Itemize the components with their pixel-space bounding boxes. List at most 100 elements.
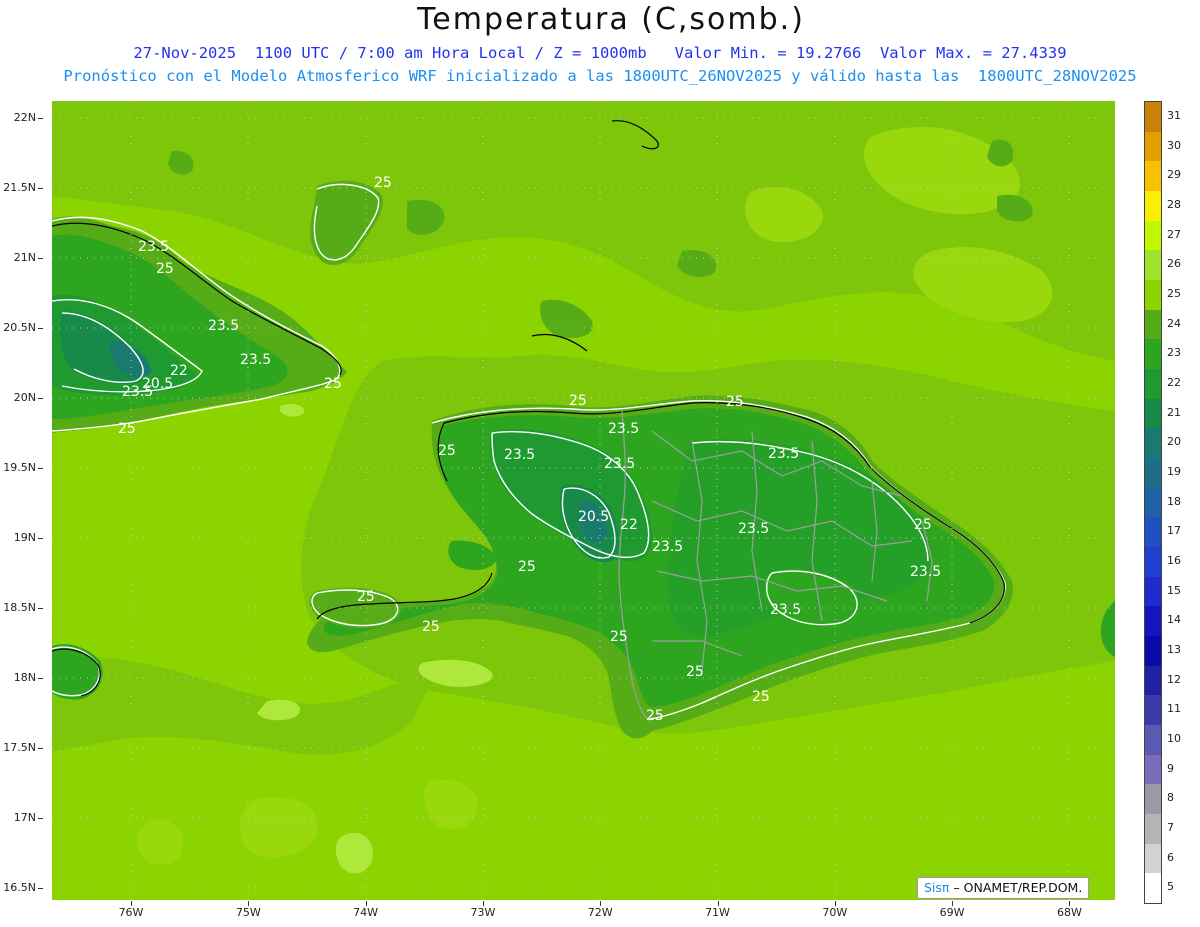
colorbar-label: 15 bbox=[1167, 583, 1181, 597]
contour-label: 25 bbox=[438, 443, 456, 459]
latitude-tick-label: 17N bbox=[13, 811, 36, 824]
latitude-tick-label: 18N bbox=[13, 671, 36, 684]
colorbar-segment bbox=[1145, 814, 1161, 844]
colorbar-segment bbox=[1145, 369, 1161, 399]
longitude-tick-label: 71W bbox=[705, 906, 730, 919]
colorbar-label: 22 bbox=[1167, 375, 1181, 389]
contour-label: 25 bbox=[646, 708, 664, 724]
colorbar-label: 20 bbox=[1167, 435, 1181, 449]
latitude-tick-label: 17.5N bbox=[3, 741, 36, 754]
contour-label: 25 bbox=[357, 589, 375, 605]
longitude-tick-label: 73W bbox=[470, 906, 496, 919]
colorbar-segment bbox=[1145, 220, 1161, 251]
contour-label: 25 bbox=[569, 393, 587, 409]
colorbar-label: 21 bbox=[1167, 405, 1181, 419]
contour-label: 25 bbox=[156, 261, 174, 277]
contour-label: 22 bbox=[620, 517, 638, 533]
colorbar-segment bbox=[1145, 131, 1161, 162]
latitude-tick-label: 19N bbox=[13, 531, 36, 544]
contour-label: 23.5 bbox=[504, 447, 535, 463]
colorbar-label: 8 bbox=[1167, 791, 1174, 805]
latitude-tick bbox=[38, 328, 43, 329]
contour-label: 23.5 bbox=[910, 564, 941, 580]
latitude-tick-label: 21.5N bbox=[3, 181, 36, 194]
sispi-logo: Sisπ bbox=[924, 880, 950, 895]
longitude-tick-label: 74W bbox=[353, 906, 379, 919]
latitude-tick bbox=[38, 818, 43, 819]
contour-label: 23.5 bbox=[738, 521, 769, 537]
latitude-tick bbox=[38, 608, 43, 609]
contour-label: 25 bbox=[752, 689, 770, 705]
map-canvas: 25 23.5 25 23.5 22 20.5 23.5 25 25 25 23… bbox=[52, 101, 1115, 900]
latitude-tick bbox=[38, 538, 43, 539]
longitude-tick bbox=[482, 901, 484, 906]
latitude-tick bbox=[38, 468, 43, 469]
colorbar-label: 9 bbox=[1167, 761, 1174, 775]
longitude-tick-label: 68W bbox=[1056, 906, 1082, 919]
contour-label: 25 bbox=[914, 517, 932, 533]
colorbar-label: 18 bbox=[1167, 494, 1181, 508]
colorbar-label: 13 bbox=[1167, 642, 1181, 656]
colorbar-segment bbox=[1145, 250, 1161, 281]
colorbar-segment bbox=[1145, 339, 1161, 370]
subtitle-model-info: Pronóstico con el Modelo Atmosferico WRF… bbox=[63, 67, 1137, 85]
colorbar-label: 31 bbox=[1167, 108, 1181, 122]
colorbar-label: 16 bbox=[1167, 553, 1181, 567]
colorbar-segment bbox=[1145, 161, 1161, 192]
longitude-tick bbox=[600, 901, 602, 906]
colorbar-segment bbox=[1145, 487, 1161, 518]
latitude-tick bbox=[38, 118, 43, 119]
colorbar-label: 30 bbox=[1167, 138, 1181, 152]
contour-label: 25 bbox=[610, 629, 628, 645]
colorbar-label: 23 bbox=[1167, 346, 1181, 360]
colorbar-segment bbox=[1145, 636, 1161, 666]
temperature-map: 25 23.5 25 23.5 22 20.5 23.5 25 25 25 23… bbox=[52, 101, 1115, 900]
colorbar-label: 11 bbox=[1167, 702, 1181, 716]
colorbar-segment bbox=[1145, 428, 1161, 459]
colorbar bbox=[1144, 101, 1162, 904]
colorbar-label: 14 bbox=[1167, 613, 1181, 627]
latitude-tick-label: 21N bbox=[13, 251, 36, 264]
longitude-tick bbox=[365, 901, 367, 906]
contour-label: 25 bbox=[422, 619, 440, 635]
colorbar-segment bbox=[1145, 754, 1161, 785]
longitude-tick-label: 72W bbox=[587, 906, 613, 919]
colorbar-segment bbox=[1145, 784, 1161, 815]
contour-label: 23.5 bbox=[768, 446, 799, 462]
colorbar-label: 26 bbox=[1167, 257, 1181, 271]
contour-label: 23.5 bbox=[240, 352, 271, 368]
colorbar-segment bbox=[1145, 458, 1161, 488]
colorbar-segment bbox=[1145, 725, 1161, 755]
colorbar-label: 17 bbox=[1167, 524, 1181, 538]
colorbar-segment bbox=[1145, 873, 1161, 904]
longitude-tick-label: 75W bbox=[235, 906, 261, 919]
latitude-tick bbox=[38, 678, 43, 679]
contour-label: 23.5 bbox=[652, 539, 683, 555]
colorbar-label: 6 bbox=[1167, 850, 1174, 864]
latitude-tick-label: 20N bbox=[13, 391, 36, 404]
colorbar-segment bbox=[1145, 280, 1161, 310]
contour-label: 23.5 bbox=[770, 602, 801, 618]
longitude-tick bbox=[952, 901, 954, 906]
contour-label: 23.5 bbox=[122, 384, 153, 400]
contour-label: 25 bbox=[686, 664, 704, 680]
colorbar-label: 10 bbox=[1167, 731, 1181, 745]
contour-label: 25 bbox=[518, 559, 536, 575]
longitude-tick bbox=[248, 901, 250, 906]
credit-box: Sisπ – ONAMET/REP.DOM. bbox=[917, 877, 1090, 899]
longitude-tick-label: 76W bbox=[118, 906, 144, 919]
longitude-tick bbox=[717, 901, 719, 906]
longitude-tick bbox=[131, 901, 132, 906]
colorbar-segment bbox=[1145, 695, 1161, 726]
contour-label: 20.5 bbox=[578, 509, 609, 525]
colorbar-segment bbox=[1145, 606, 1161, 637]
latitude-tick bbox=[38, 748, 43, 749]
contour-label: 25 bbox=[324, 376, 342, 392]
contour-label: 23.5 bbox=[208, 318, 239, 334]
latitude-tick bbox=[38, 188, 43, 189]
colorbar-label: 28 bbox=[1167, 197, 1181, 211]
contour-label: 25 bbox=[726, 394, 744, 410]
longitude-tick-label: 69W bbox=[939, 906, 965, 919]
latitude-tick-label: 20.5N bbox=[3, 321, 36, 334]
colorbar-segment bbox=[1145, 843, 1161, 874]
